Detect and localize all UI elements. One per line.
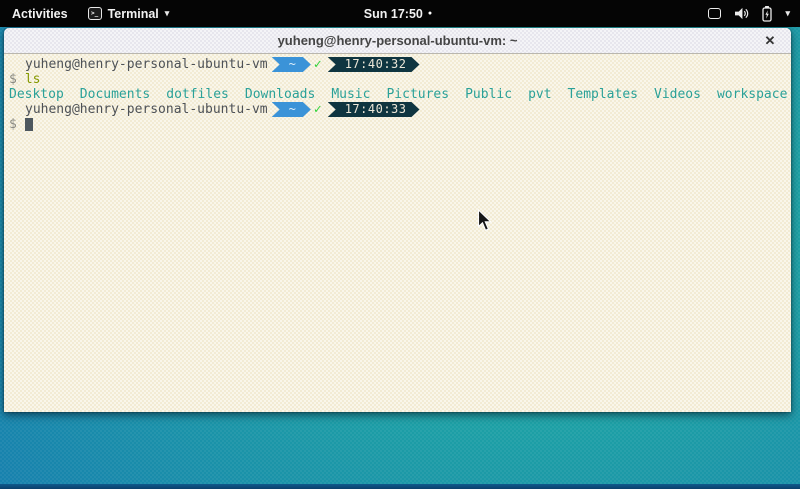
check-icon: ✓	[314, 57, 322, 72]
window-titlebar[interactable]: yuheng@henry-personal-ubuntu-vm: ~ ✕	[4, 28, 791, 54]
prompt-user-host: yuheng@henry-personal-ubuntu-vm	[25, 57, 268, 72]
chevron-down-icon: ▾	[165, 8, 170, 19]
terminal-icon: >_	[88, 7, 102, 20]
prompt-line-2: yuheng@henry-personal-ubuntu-vm ~ ✓ 17:4…	[4, 102, 791, 117]
command-text: ls	[25, 72, 41, 87]
system-status-menu[interactable]: ▾	[708, 0, 800, 27]
check-icon: ✓	[314, 102, 322, 117]
ls-output-line: Desktop Documents dotfiles Downloads Mus…	[4, 87, 791, 102]
ls-entry: Videos	[654, 87, 701, 102]
volume-icon	[734, 7, 749, 20]
ls-entry: Public	[465, 87, 512, 102]
ls-entry: Pictures	[386, 87, 449, 102]
terminal-window: yuheng@henry-personal-ubuntu-vm: ~ ✕ yuh…	[4, 28, 791, 412]
ls-entry: workspace	[717, 87, 787, 102]
close-icon[interactable]: ✕	[759, 28, 781, 54]
ls-entry: dotfiles	[166, 87, 229, 102]
display-icon	[708, 8, 721, 19]
prompt-line-1: yuheng@henry-personal-ubuntu-vm ~ ✓ 17:4…	[4, 57, 791, 72]
ls-entry: Desktop	[9, 87, 64, 102]
ls-entry: Music	[331, 87, 370, 102]
terminal-screen[interactable]: yuheng@henry-personal-ubuntu-vm ~ ✓ 17:4…	[4, 54, 791, 412]
activities-button[interactable]: Activities	[0, 0, 80, 27]
top-bar: Activities >_ Terminal ▾ Sun 17:50 ●	[0, 0, 800, 27]
window-title: yuheng@henry-personal-ubuntu-vm: ~	[278, 33, 518, 48]
desktop-bottom-edge	[0, 484, 800, 489]
prompt-path-segment: ~	[272, 57, 311, 72]
ls-entry: Downloads	[245, 87, 315, 102]
prompt-symbol: $	[9, 117, 17, 132]
prompt-symbol: $	[9, 72, 17, 87]
prompt-path-segment: ~	[272, 102, 311, 117]
ls-entry: Documents	[80, 87, 150, 102]
terminal-block-cursor	[25, 118, 33, 131]
ls-entry: pvt	[528, 87, 551, 102]
current-input-line: $	[4, 117, 791, 132]
battery-charging-icon	[762, 6, 772, 22]
clock-label: Sun 17:50	[364, 7, 423, 21]
command-line: $ ls	[4, 72, 791, 87]
prompt-user-host: yuheng@henry-personal-ubuntu-vm	[25, 102, 268, 117]
prompt-time-segment: 17:40:33	[328, 102, 420, 117]
ls-entry: Templates	[568, 87, 638, 102]
prompt-time-segment: 17:40:32	[328, 57, 420, 72]
clock-button[interactable]: Sun 17:50 ●	[364, 0, 432, 27]
app-menu-terminal[interactable]: >_ Terminal ▾	[80, 0, 178, 27]
chevron-down-icon: ▾	[785, 8, 790, 19]
notification-dot-icon: ●	[428, 10, 432, 17]
app-menu-label: Terminal	[108, 7, 159, 21]
